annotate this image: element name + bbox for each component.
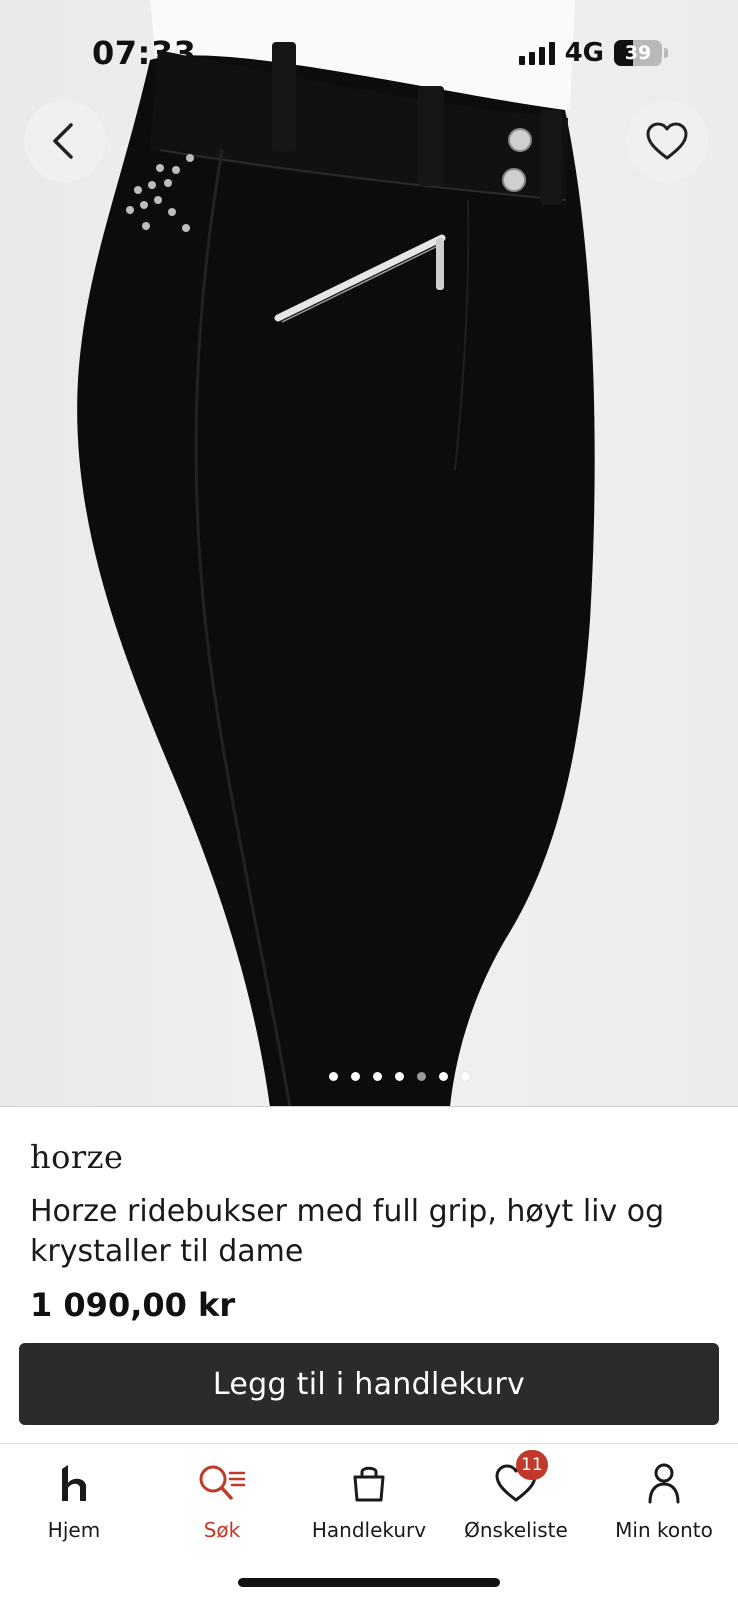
brand-name[interactable]: horze bbox=[30, 1138, 123, 1176]
heart-outline-icon bbox=[646, 122, 688, 160]
bag-icon bbox=[353, 1466, 385, 1502]
status-indicators: 4G 39 bbox=[518, 38, 668, 68]
add-to-cart-button[interactable]: Legg til i handlekurv bbox=[19, 1343, 719, 1425]
product-image-carousel[interactable] bbox=[0, 0, 738, 1107]
tab-account[interactable]: Min konto bbox=[590, 1458, 738, 1542]
wishlist-count-badge: 11 bbox=[516, 1450, 548, 1480]
product-price: 1 090,00 kr bbox=[30, 1286, 236, 1324]
carousel-dot[interactable] bbox=[416, 1072, 426, 1081]
chevron-left-icon bbox=[53, 123, 73, 159]
carousel-dot[interactable] bbox=[394, 1072, 404, 1081]
tab-home[interactable]: Hjem bbox=[0, 1458, 148, 1542]
product-photo bbox=[77, 0, 595, 1106]
carousel-dot[interactable] bbox=[328, 1072, 338, 1081]
network-type: 4G bbox=[564, 38, 604, 68]
home-indicator bbox=[238, 1578, 500, 1587]
tab-search[interactable]: Søk bbox=[148, 1458, 296, 1542]
tab-cart-label: Handlekurv bbox=[311, 1518, 427, 1542]
carousel-dot[interactable] bbox=[460, 1072, 470, 1081]
carousel-dots[interactable] bbox=[0, 1072, 738, 1081]
bottom-tab-bar: Hjem Søk Handlekurv 11 Ønskeliste Min ko… bbox=[0, 1443, 738, 1600]
carousel-dot[interactable] bbox=[372, 1072, 382, 1081]
home-logo-icon bbox=[62, 1465, 86, 1501]
battery-percentage: 39 bbox=[624, 42, 652, 64]
status-time: 07:33 bbox=[92, 34, 197, 72]
tab-wishlist[interactable]: 11 Ønskeliste bbox=[442, 1450, 590, 1542]
product-title: Horze ridebukser med full grip, høyt liv… bbox=[30, 1194, 665, 1269]
carousel-dot[interactable] bbox=[350, 1072, 360, 1081]
tab-account-label: Min konto bbox=[615, 1518, 713, 1542]
tab-home-label: Hjem bbox=[47, 1518, 101, 1542]
tab-wishlist-label: Ønskeliste bbox=[464, 1518, 568, 1542]
signal-icon bbox=[518, 41, 555, 65]
carousel-dot[interactable] bbox=[438, 1072, 448, 1081]
back-button[interactable] bbox=[24, 100, 106, 182]
user-icon bbox=[648, 1463, 680, 1504]
favorite-button[interactable] bbox=[626, 100, 708, 182]
tab-search-label: Søk bbox=[203, 1518, 241, 1542]
search-icon bbox=[199, 1465, 246, 1500]
battery-icon: 39 bbox=[614, 40, 662, 66]
tab-cart[interactable]: Handlekurv bbox=[295, 1458, 443, 1542]
